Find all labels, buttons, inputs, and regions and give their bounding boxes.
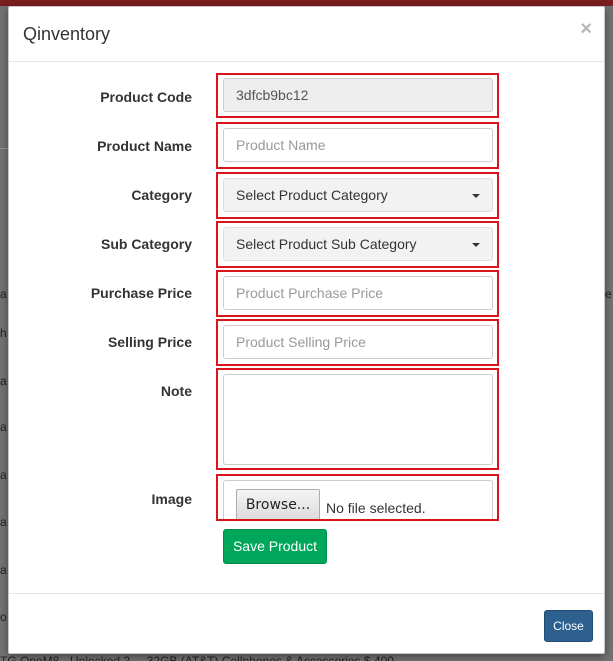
- background-text-fragment: a: [0, 287, 7, 301]
- product-name-label: Product Name: [97, 138, 192, 154]
- category-selected-value: Select Product Category: [236, 187, 388, 203]
- close-button[interactable]: Close: [544, 610, 593, 642]
- selling-price-input[interactable]: Product Selling Price: [223, 325, 493, 359]
- chevron-down-icon: [472, 194, 480, 198]
- image-highlight: Browse... No file selected.: [216, 474, 499, 521]
- category-label: Category: [131, 187, 192, 203]
- product-code-highlight: 3dfcb9bc12: [216, 73, 499, 118]
- sub-category-highlight: Select Product Sub Category: [216, 221, 499, 268]
- background-text-fragment: h: [0, 326, 7, 340]
- note-highlight: [216, 368, 499, 470]
- modal-footer-divider: [9, 593, 604, 594]
- file-status-text: No file selected.: [326, 500, 426, 516]
- product-code-label: Product Code: [100, 89, 192, 105]
- background-text-fragment: e: [605, 287, 612, 301]
- sub-category-selected-value: Select Product Sub Category: [236, 236, 417, 252]
- save-product-button[interactable]: Save Product: [223, 529, 327, 564]
- background-text-fragment: a: [0, 515, 7, 529]
- product-name-highlight: Product Name: [216, 122, 499, 169]
- background-table-row: TG OneM8 - Unlocked 2 ... 32GB (AT&T) Ce…: [0, 654, 394, 661]
- purchase-price-label: Purchase Price: [90, 285, 192, 301]
- note-label: Note: [160, 383, 192, 399]
- image-label: Image: [151, 491, 192, 507]
- selling-price-label: Selling Price: [107, 334, 192, 350]
- background-text-fragment: a: [0, 563, 7, 577]
- category-select[interactable]: Select Product Category: [223, 178, 493, 212]
- background-text-fragment: a: [0, 374, 7, 388]
- background-divider: [0, 148, 8, 149]
- product-code-field[interactable]: 3dfcb9bc12: [223, 78, 493, 112]
- modal-title: Qinventory: [23, 24, 111, 44]
- sub-category-select[interactable]: Select Product Sub Category: [223, 227, 493, 261]
- category-highlight: Select Product Category: [216, 172, 499, 219]
- chevron-down-icon: [472, 243, 480, 247]
- background-text-fragment: a: [0, 468, 7, 482]
- purchase-price-highlight: Product Purchase Price: [216, 270, 499, 317]
- purchase-price-input[interactable]: Product Purchase Price: [223, 276, 493, 310]
- background-text-fragment: o: [0, 610, 7, 624]
- selling-price-highlight: Product Selling Price: [216, 319, 499, 366]
- add-product-modal: Qinventory × Product Code 3dfcb9bc12 Pro…: [8, 6, 605, 654]
- background-text-fragment: a: [0, 420, 7, 434]
- sub-category-label: Sub Category: [100, 236, 192, 252]
- modal-header: Qinventory ×: [9, 7, 604, 62]
- note-textarea[interactable]: [223, 374, 493, 465]
- image-file-input[interactable]: Browse... No file selected.: [223, 480, 493, 519]
- close-icon[interactable]: ×: [580, 19, 592, 39]
- product-name-input[interactable]: Product Name: [223, 128, 493, 162]
- browse-button[interactable]: Browse...: [236, 489, 320, 519]
